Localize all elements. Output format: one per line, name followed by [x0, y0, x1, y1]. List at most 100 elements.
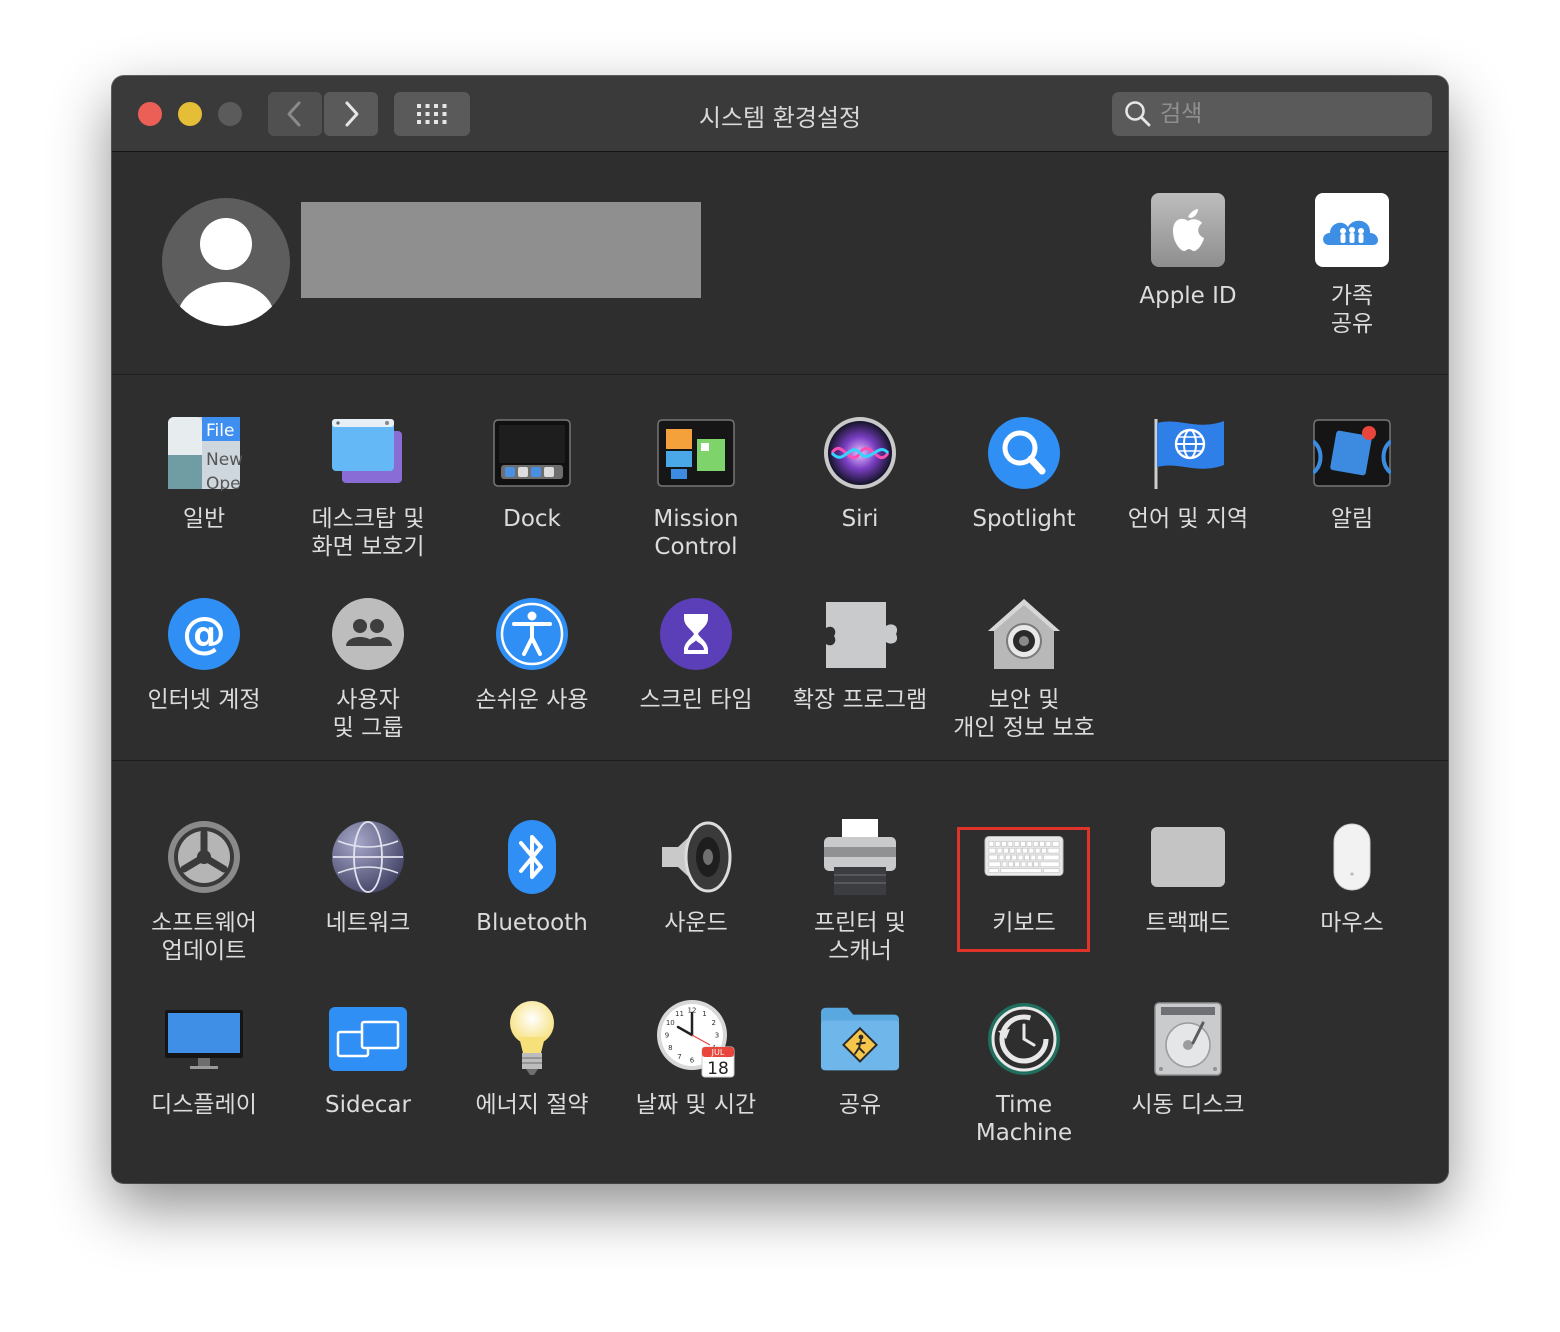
pane-label: 알림	[1330, 506, 1374, 532]
search-icon	[1125, 101, 1151, 127]
pane-label: 데스크탑 및 화면 보호기	[311, 506, 425, 560]
pane-label: Spotlight	[972, 506, 1076, 532]
calendar-month: JUL	[711, 1048, 725, 1057]
pane-printers-scanners[interactable]: 프린터 및 스캐너	[778, 817, 942, 965]
pane-apple-id[interactable]: Apple ID	[1106, 190, 1270, 310]
pane-accessibility[interactable]: 손쉬운 사용	[450, 594, 614, 714]
pane-desktop-screensaver[interactable]: 데스크탑 및 화면 보호기	[286, 413, 450, 561]
pane-network[interactable]: 네트워크	[286, 817, 450, 937]
chevron-right-icon	[345, 101, 359, 127]
pane-label: 마우스	[1320, 910, 1384, 936]
screen-time-icon	[660, 598, 732, 670]
pane-security-privacy[interactable]: 보안 및 개인 정보 보호	[942, 594, 1106, 742]
search-input[interactable]	[1160, 101, 1420, 127]
calendar-day: 18	[707, 1059, 729, 1079]
pane-label: 소프트웨어 업데이트	[151, 910, 257, 964]
search-field[interactable]	[1112, 92, 1432, 136]
pane-label: 시동 디스크	[1131, 1092, 1245, 1118]
svg-text:@: @	[182, 608, 226, 659]
pane-label: 디스플레이	[151, 1092, 257, 1118]
pane-spotlight[interactable]: Spotlight	[942, 413, 1106, 533]
pane-label: 에너지 절약	[475, 1092, 589, 1118]
pane-mouse[interactable]: 마우스	[1270, 817, 1434, 937]
pane-siri[interactable]: Siri	[778, 413, 942, 533]
pane-mission-control[interactable]: Mission Control	[614, 413, 778, 561]
pane-screen-time[interactable]: 스크린 타임	[614, 594, 778, 714]
pane-startup-disk[interactable]: 시동 디스크	[1106, 999, 1270, 1119]
show-all-button[interactable]	[394, 92, 470, 136]
pane-sound[interactable]: 사운드	[614, 817, 778, 937]
clock-numeral: 9	[665, 1032, 669, 1040]
clock-numeral: 6	[690, 1057, 695, 1065]
mission-control-icon	[657, 419, 735, 487]
notifications-icon	[1313, 419, 1391, 487]
close-button[interactable]	[138, 102, 162, 126]
sidecar-icon	[329, 1007, 407, 1071]
clock-numeral: 1	[702, 1010, 706, 1018]
title-bar: 시스템 환경설정	[112, 76, 1448, 152]
pane-trackpad[interactable]: 트랙패드	[1106, 817, 1270, 937]
pane-label: 인터넷 계정	[147, 687, 261, 713]
mouse-icon	[1333, 823, 1371, 891]
pane-label: Siri	[841, 506, 879, 532]
nav-buttons	[268, 92, 378, 136]
pane-label: 스크린 타임	[639, 687, 753, 713]
pane-date-time[interactable]: 121234567891011 JUL 18 날짜 및 시간	[614, 999, 778, 1119]
pane-users-groups[interactable]: 사용자 및 그룹	[286, 594, 450, 742]
pane-label: Time Machine	[975, 1092, 1073, 1146]
pane-energy-saver[interactable]: 에너지 절약	[450, 999, 614, 1119]
clock-numeral: 3	[715, 1032, 719, 1040]
siri-icon	[824, 417, 896, 489]
back-button[interactable]	[268, 92, 322, 136]
zoom-button[interactable]	[218, 102, 242, 126]
pane-displays[interactable]: 디스플레이	[122, 999, 286, 1119]
pane-family-sharing[interactable]: 가족 공유	[1270, 190, 1434, 338]
pane-sharing[interactable]: 공유	[778, 999, 942, 1119]
pane-label: 보안 및 개인 정보 보호	[953, 687, 1095, 741]
pane-time-machine[interactable]: Time Machine	[942, 999, 1106, 1147]
pane-bluetooth[interactable]: Bluetooth	[450, 817, 614, 937]
pane-notifications[interactable]: 알림	[1270, 413, 1434, 533]
dock-icon	[493, 419, 571, 487]
pane-label: 일반	[182, 506, 226, 532]
pane-language-region[interactable]: 언어 및 지역	[1106, 413, 1270, 533]
clock-numeral: 7	[677, 1053, 681, 1061]
pane-label: 확장 프로그램	[792, 687, 928, 713]
section-divider	[112, 760, 1448, 761]
pane-dock[interactable]: Dock	[450, 413, 614, 533]
pane-internet-accounts[interactable]: @ 인터넷 계정	[122, 594, 286, 714]
pane-label: 사용자 및 그룹	[332, 687, 404, 741]
general-icon-new-text: New	[206, 450, 242, 470]
pane-label: 날짜 및 시간	[635, 1092, 757, 1118]
pane-label: Sidecar	[325, 1092, 411, 1118]
pane-sidecar[interactable]: Sidecar	[286, 999, 450, 1119]
keyboard-highlight-box	[957, 827, 1090, 952]
accessibility-icon	[496, 598, 568, 670]
displays-icon	[165, 1010, 243, 1069]
pane-label: Apple ID	[1139, 283, 1237, 309]
printers-scanners-icon	[824, 819, 896, 895]
user-name-redacted	[301, 202, 701, 298]
users-groups-icon	[332, 598, 404, 670]
clock-numeral: 2	[711, 1019, 715, 1027]
trackpad-icon	[1151, 827, 1225, 887]
extensions-icon	[826, 602, 898, 668]
forward-button[interactable]	[324, 92, 378, 136]
network-icon	[332, 821, 404, 893]
apple-logo-icon	[1151, 193, 1225, 267]
general-icon-open-text: Ope	[206, 474, 241, 491]
bluetooth-icon	[508, 820, 556, 894]
person-icon	[178, 218, 274, 326]
sharing-icon	[820, 1007, 900, 1071]
pane-general[interactable]: File New Ope 일반	[122, 413, 286, 533]
grid-icon	[417, 104, 447, 124]
user-avatar[interactable]	[162, 198, 290, 326]
minimize-button[interactable]	[178, 102, 202, 126]
startup-disk-icon	[1154, 1002, 1222, 1076]
pane-label: 가족 공유	[1330, 283, 1374, 337]
chevron-left-icon	[287, 101, 301, 127]
clock-numeral: 8	[668, 1044, 672, 1052]
pane-extensions[interactable]: 확장 프로그램	[778, 594, 942, 714]
date-time-icon: 121234567891011 JUL 18	[657, 1000, 735, 1079]
pane-software-update[interactable]: 소프트웨어 업데이트	[122, 817, 286, 965]
